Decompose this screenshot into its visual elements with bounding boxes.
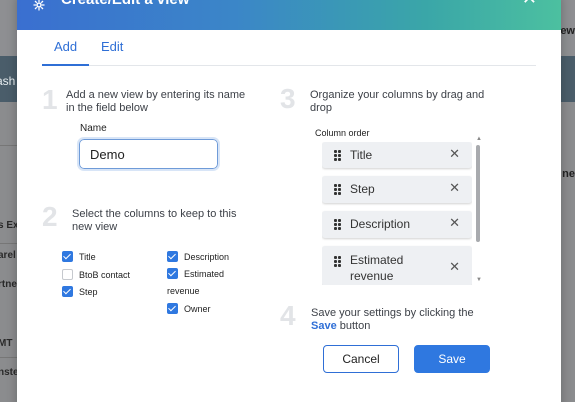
remove-icon[interactable]: ✕ — [449, 180, 460, 196]
step-number: 1 — [42, 84, 58, 115]
step-instruction: Select the columns to keep to this new v… — [72, 208, 236, 234]
checkbox-label: Description — [184, 252, 230, 262]
background-row-text: s Ex — [0, 220, 19, 231]
column-item-description[interactable]: Description ✕ — [322, 211, 472, 238]
column-item-label: Title — [350, 148, 373, 162]
modal-header: Create/Edit a view ✕ — [17, 0, 561, 30]
column-order-label: Column order — [315, 128, 370, 138]
step-number: 2 — [42, 201, 58, 232]
background-row-text: arel — [0, 250, 16, 261]
checkbox-label: Title — [79, 252, 96, 262]
background-divider — [0, 357, 18, 358]
create-edit-view-modal: Create/Edit a view ✕ Add Edit 1 Add a ne… — [17, 0, 561, 402]
cancel-button[interactable]: Cancel — [323, 345, 399, 373]
drag-handle-icon[interactable] — [334, 150, 342, 161]
background-row-text: rtne — [0, 279, 17, 290]
step-instruction-line: Save button — [311, 320, 474, 333]
column-item-step[interactable]: Step ✕ — [322, 176, 472, 203]
checkbox-btob-contact[interactable] — [62, 269, 73, 280]
tab-add[interactable]: Add — [54, 39, 77, 54]
name-label: Name — [80, 123, 107, 134]
checkbox-label: revenue — [167, 286, 200, 296]
drag-handle-icon[interactable] — [334, 256, 342, 267]
background-band-text: ash — [0, 74, 16, 88]
step-instruction-line: Select the columns to keep to this — [72, 208, 237, 220]
column-order-list: Title ✕ Step ✕ Description ✕ Estimated r… — [322, 142, 472, 285]
column-list-scrollbar[interactable]: ▲ ▼ — [474, 136, 482, 287]
checkbox-label: Estimated — [184, 269, 225, 279]
step-instruction: Organize your columns by drag and drop — [310, 89, 484, 115]
step-instruction: Save your settings by clicking the Save … — [311, 307, 474, 333]
step-instruction: Add a new view by entering its name in t… — [66, 89, 245, 115]
view-name-input[interactable] — [77, 137, 220, 171]
checkbox-title[interactable] — [62, 251, 73, 262]
checkbox-estimated-revenue[interactable] — [167, 268, 178, 279]
drag-handle-icon[interactable] — [334, 219, 342, 230]
remove-icon[interactable]: ✕ — [449, 146, 460, 162]
save-hint-suffix: button — [336, 320, 371, 332]
close-icon[interactable]: ✕ — [522, 0, 537, 9]
tab-bar: Add Edit — [42, 36, 536, 66]
step-instruction-line: in the field below — [66, 102, 148, 114]
save-button[interactable]: Save — [414, 345, 490, 373]
column-item-estimated-revenue[interactable]: Estimated revenue ✕ — [322, 246, 472, 285]
scrollbar-thumb[interactable] — [476, 145, 480, 242]
background-row-text: nste — [0, 367, 19, 378]
checkbox-label: Owner — [184, 304, 211, 314]
step-instruction-line: new view — [72, 221, 118, 233]
step-instruction-line: drop — [310, 102, 333, 114]
drag-handle-icon[interactable] — [334, 184, 342, 195]
active-tab-indicator — [42, 64, 89, 66]
step-number: 3 — [280, 83, 296, 114]
background-divider — [0, 243, 18, 244]
scroll-down-icon[interactable]: ▼ — [476, 277, 482, 283]
background-right-text: ew — [560, 25, 575, 37]
step-instruction-line: Add a new view by entering its name — [66, 89, 246, 101]
tab-edit[interactable]: Edit — [101, 39, 123, 54]
settings-icon — [33, 0, 47, 12]
background-divider — [0, 145, 18, 146]
checkbox-step[interactable] — [62, 286, 73, 297]
checkbox-label: BtoB contact — [79, 270, 131, 280]
remove-icon[interactable]: ✕ — [449, 259, 460, 275]
column-item-label: Step — [350, 182, 375, 196]
background-right-text: ne — [562, 168, 575, 180]
modal-title: Create/Edit a view — [61, 0, 189, 8]
column-item-label: Estimated revenue — [350, 253, 404, 283]
checkbox-owner[interactable] — [167, 303, 178, 314]
step-number: 4 — [280, 300, 296, 331]
step-instruction-line: Organize your columns by drag and — [310, 89, 485, 101]
checkbox-description[interactable] — [167, 251, 178, 262]
save-hint-keyword: Save — [311, 320, 337, 332]
scroll-up-icon[interactable]: ▲ — [476, 136, 482, 142]
checkbox-label: Step — [79, 287, 98, 297]
step-instruction-line: Save your settings by clicking the — [311, 307, 474, 319]
column-item-label: Description — [350, 217, 411, 231]
background-row-text: MT — [0, 338, 13, 349]
column-item-title[interactable]: Title ✕ — [322, 142, 472, 168]
remove-icon[interactable]: ✕ — [449, 215, 460, 231]
